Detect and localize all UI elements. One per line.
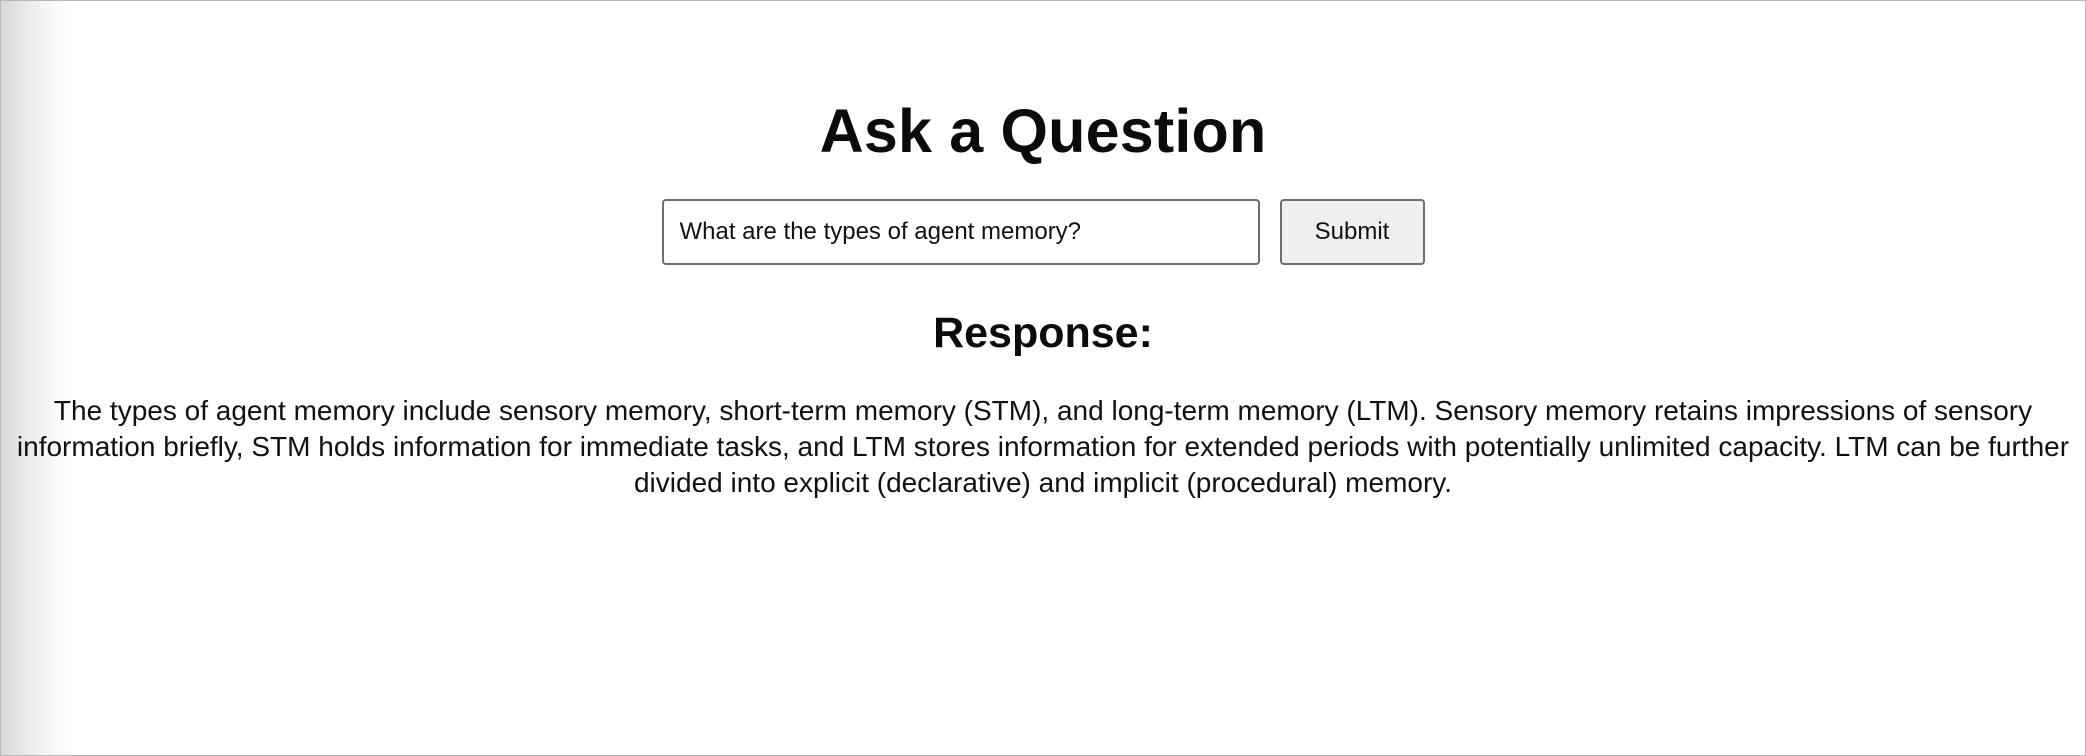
question-form: Submit (1, 199, 2085, 265)
question-page: Ask a Question Submit Response: The type… (0, 0, 2086, 756)
response-heading: Response: (933, 309, 1153, 357)
response-text: The types of agent memory include sensor… (16, 395, 2070, 498)
submit-button[interactable]: Submit (1279, 199, 1425, 265)
question-input[interactable] (661, 199, 1260, 265)
page-title: Ask a Question (819, 97, 1267, 165)
main-content: Ask a Question Submit Response: The type… (1, 1, 2085, 501)
